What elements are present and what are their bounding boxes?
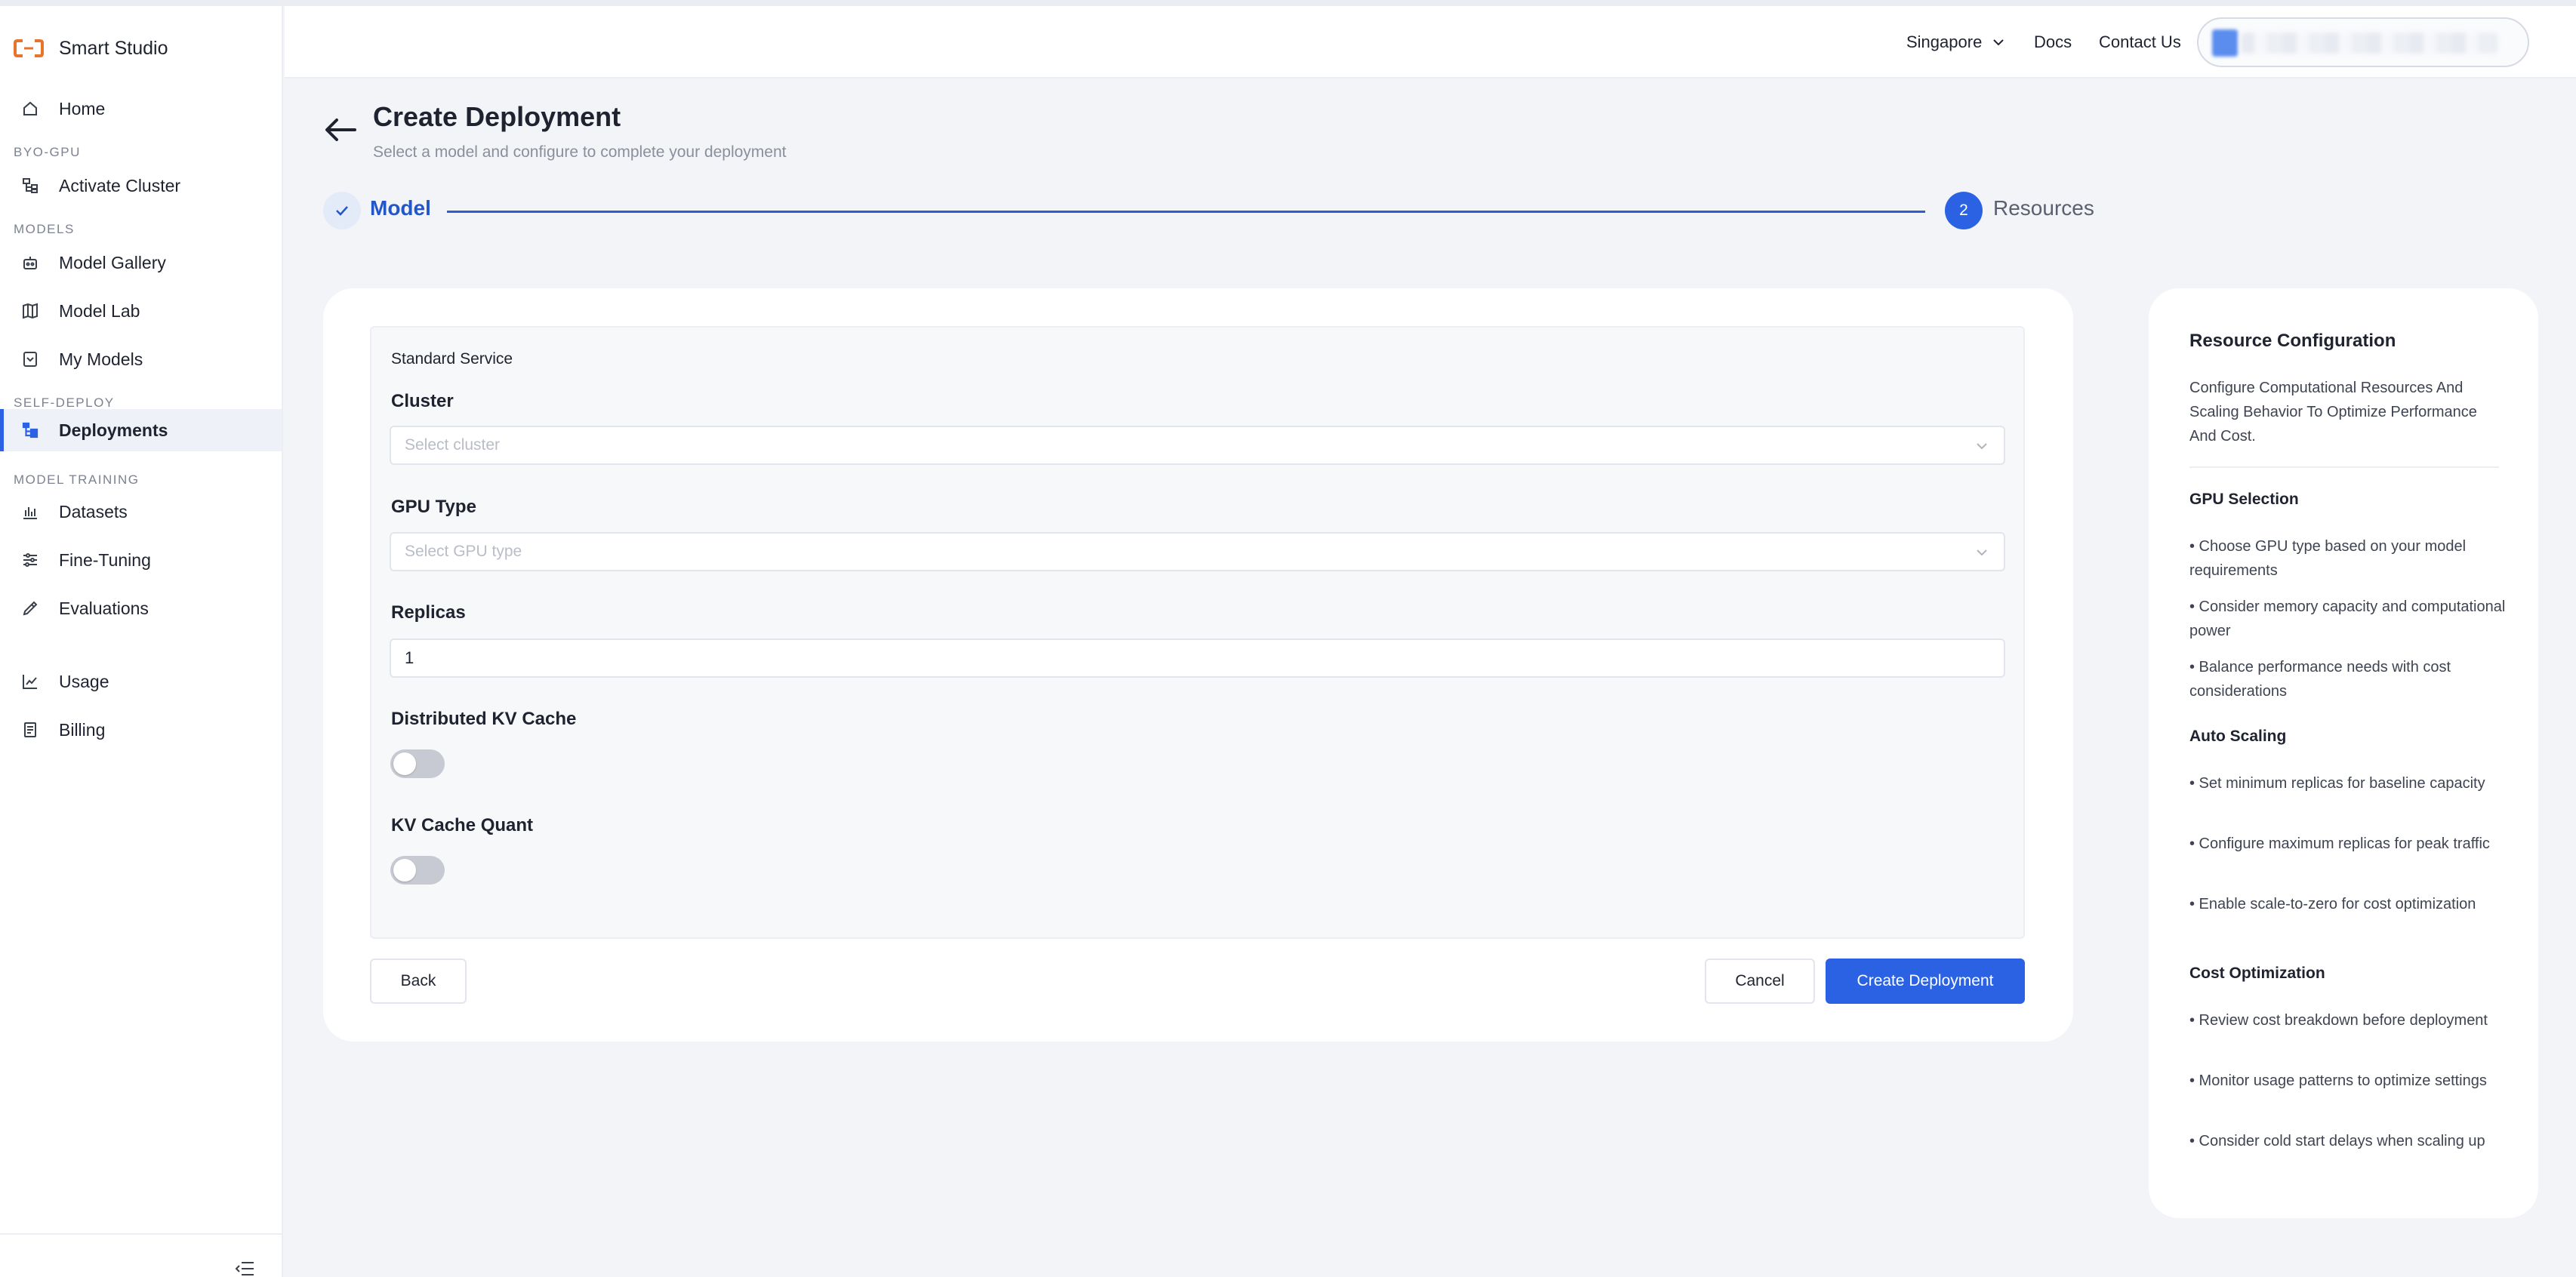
cancel-button[interactable]: Cancel bbox=[1705, 959, 1815, 1004]
step-resources-indicator: 2 bbox=[1945, 192, 1983, 229]
cluster-icon bbox=[21, 177, 39, 195]
standard-service-panel bbox=[370, 326, 2025, 939]
sidebar-item-model-lab[interactable]: Model Lab bbox=[0, 290, 282, 332]
region-label: Singapore bbox=[1906, 32, 1983, 51]
user-account-button[interactable] bbox=[2197, 17, 2529, 67]
avatar bbox=[2212, 29, 2238, 57]
help-bullet: • Set minimum replicas for baseline capa… bbox=[2189, 775, 2485, 792]
section-models: MODELS bbox=[14, 222, 75, 236]
lab-icon bbox=[21, 302, 39, 320]
help-bullet: • Configure maximum replicas for peak tr… bbox=[2189, 835, 2490, 852]
cluster-select[interactable]: Select cluster bbox=[390, 426, 2005, 465]
section-byo-gpu: BYO-GPU bbox=[14, 145, 81, 159]
help-heading-gpu-selection: GPU Selection bbox=[2189, 491, 2299, 508]
step-model-label[interactable]: Model bbox=[370, 196, 431, 220]
tuning-icon bbox=[21, 551, 39, 569]
help-bullet: • Review cost breakdown before deploymen… bbox=[2189, 1012, 2488, 1029]
help-heading-auto-scaling: Auto Scaling bbox=[2189, 728, 2287, 745]
sidebar-item-label: Home bbox=[59, 98, 106, 118]
sidebar-item-label: Billing bbox=[59, 719, 106, 740]
help-bullet: • Balance performance needs with cost co… bbox=[2189, 659, 2451, 700]
create-deployment-button[interactable]: Create Deployment bbox=[1826, 959, 2025, 1004]
service-type-title: Standard Service bbox=[391, 350, 513, 368]
sidebar-item-activate-cluster[interactable]: Activate Cluster bbox=[0, 165, 282, 207]
sidebar-item-my-models[interactable]: My Models bbox=[0, 338, 282, 380]
models-icon bbox=[21, 350, 39, 368]
datasets-icon bbox=[21, 503, 39, 521]
step-model-indicator[interactable] bbox=[323, 192, 361, 229]
divider bbox=[2189, 466, 2499, 468]
sidebar: Smart Studio Home BYO-GPU Activate Clust… bbox=[0, 6, 283, 1277]
billing-icon bbox=[21, 721, 39, 739]
section-self-deploy: SELF-DEPLOY bbox=[14, 395, 115, 410]
sidebar-item-model-gallery[interactable]: Model Gallery bbox=[0, 242, 282, 284]
gpu-type-placeholder: Select GPU type bbox=[405, 543, 522, 560]
top-header: Singapore Docs Contact Us bbox=[285, 6, 2576, 78]
section-model-training: MODEL TRAINING bbox=[14, 472, 140, 487]
contact-us-link[interactable]: Contact Us bbox=[2099, 29, 2181, 56]
kv-cache-quant-toggle[interactable] bbox=[390, 856, 445, 885]
back-arrow-icon[interactable] bbox=[323, 115, 358, 145]
sidebar-item-label: Fine-Tuning bbox=[59, 549, 151, 570]
user-name-redacted bbox=[2241, 32, 2497, 54]
region-selector[interactable]: Singapore bbox=[1906, 29, 2006, 56]
sidebar-item-home[interactable]: Home bbox=[0, 88, 282, 130]
kv-cache-quant-label: KV Cache Quant bbox=[391, 815, 534, 835]
sidebar-item-fine-tuning[interactable]: Fine-Tuning bbox=[0, 539, 282, 581]
help-bullet: • Consider cold start delays when scalin… bbox=[2189, 1133, 2485, 1149]
check-icon bbox=[336, 206, 348, 216]
sidebar-item-deployments[interactable]: Deployments bbox=[0, 409, 282, 451]
sidebar-item-label: Model Gallery bbox=[59, 252, 166, 272]
help-bullet: • Enable scale-to-zero for cost optimiza… bbox=[2189, 896, 2476, 912]
help-title: Resource Configuration bbox=[2189, 331, 2396, 351]
evaluations-icon bbox=[21, 599, 39, 617]
distributed-kv-cache-toggle[interactable] bbox=[390, 749, 445, 778]
step-resources-label: Resources bbox=[1993, 196, 2094, 220]
sidebar-item-label: Activate Cluster bbox=[59, 175, 181, 195]
help-bullet: • Consider memory capacity and computati… bbox=[2189, 598, 2506, 639]
docs-link[interactable]: Docs bbox=[2034, 29, 2072, 56]
divider bbox=[0, 1233, 282, 1235]
chevron-down-icon bbox=[1977, 443, 1987, 450]
distributed-kv-cache-label: Distributed KV Cache bbox=[391, 709, 577, 729]
sidebar-item-label: Datasets bbox=[59, 501, 128, 522]
toggle-knob bbox=[393, 859, 416, 882]
replicas-label: Replicas bbox=[391, 602, 466, 623]
sidebar-item-evaluations[interactable]: Evaluations bbox=[0, 587, 282, 629]
usage-icon bbox=[21, 672, 39, 691]
sidebar-item-usage[interactable]: Usage bbox=[0, 660, 282, 703]
collapse-sidebar-icon[interactable] bbox=[234, 1260, 255, 1277]
chevron-down-icon bbox=[1993, 39, 2004, 46]
replicas-input[interactable]: 1 bbox=[390, 638, 2005, 678]
gallery-icon bbox=[21, 254, 39, 272]
sidebar-item-label: Evaluations bbox=[59, 598, 149, 618]
chevron-down-icon bbox=[1977, 549, 1987, 556]
sidebar-item-label: My Models bbox=[59, 349, 143, 369]
stepper-connector bbox=[447, 211, 1925, 213]
app-name: Smart Studio bbox=[59, 37, 168, 59]
help-bullet: • Choose GPU type based on your model re… bbox=[2189, 538, 2467, 579]
sidebar-item-label: Deployments bbox=[59, 420, 168, 440]
sidebar-item-billing[interactable]: Billing bbox=[0, 709, 282, 751]
brand-logo-icon bbox=[14, 39, 44, 57]
cluster-placeholder: Select cluster bbox=[405, 436, 501, 454]
help-bullet: • Monitor usage patterns to optimize set… bbox=[2189, 1072, 2487, 1089]
home-icon bbox=[21, 100, 39, 118]
window-top-border bbox=[0, 0, 2576, 6]
back-button[interactable]: Back bbox=[370, 959, 467, 1004]
sidebar-item-label: Usage bbox=[59, 671, 109, 691]
page-subtitle: Select a model and configure to complete… bbox=[373, 143, 787, 161]
sidebar-item-datasets[interactable]: Datasets bbox=[0, 491, 282, 533]
help-description: Configure Computational Resources And Sc… bbox=[2189, 380, 2477, 445]
sidebar-item-label: Model Lab bbox=[59, 300, 140, 321]
page-title: Create Deployment bbox=[373, 101, 621, 132]
toggle-knob bbox=[393, 752, 416, 775]
gpu-type-select[interactable]: Select GPU type bbox=[390, 532, 2005, 571]
brand[interactable]: Smart Studio bbox=[14, 33, 168, 63]
cluster-label: Cluster bbox=[391, 391, 454, 411]
deployments-icon bbox=[21, 421, 39, 439]
gpu-type-label: GPU Type bbox=[391, 497, 476, 517]
help-heading-cost-optimization: Cost Optimization bbox=[2189, 965, 2325, 982]
